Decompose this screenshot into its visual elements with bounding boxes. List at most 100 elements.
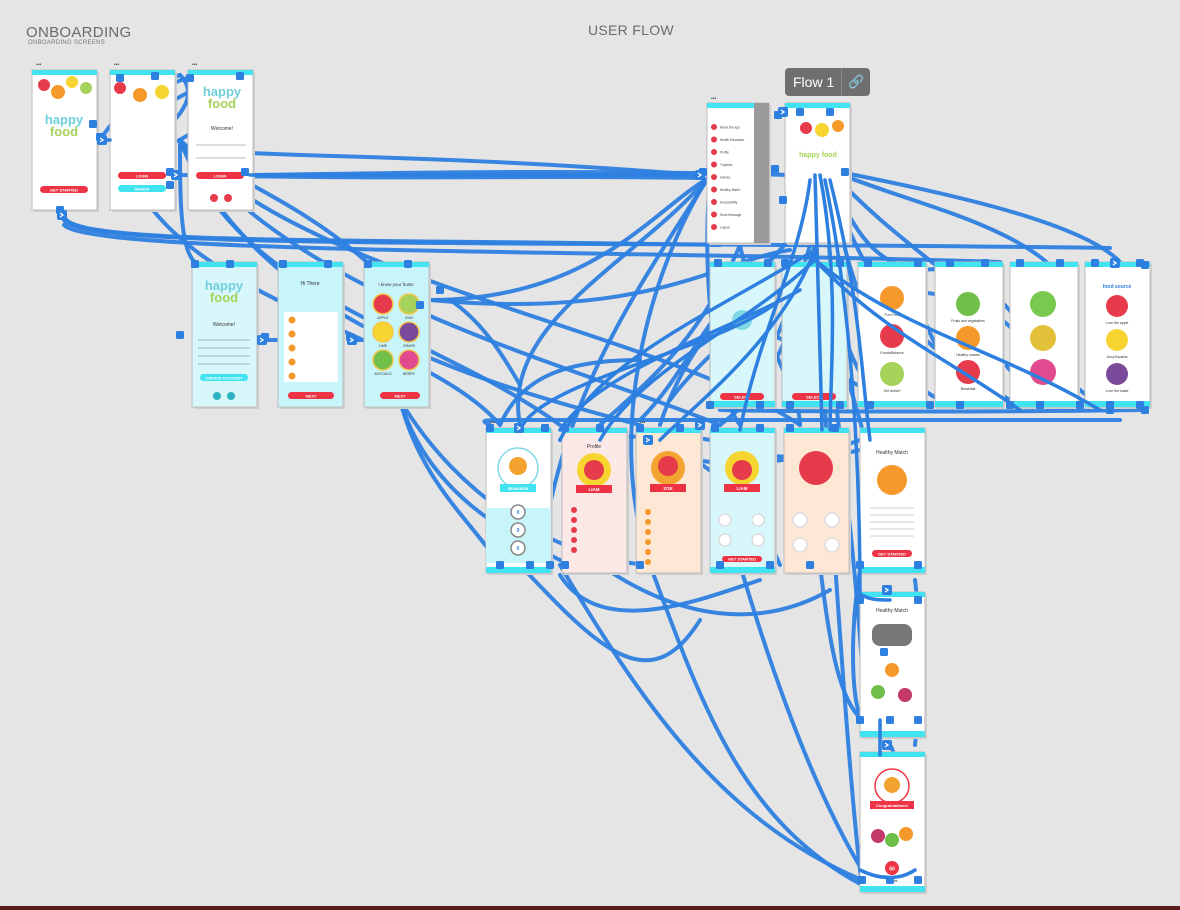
link-handle[interactable]	[716, 561, 724, 569]
screen-signup[interactable]: happyfoodWelcome!CREATE ACCOUNT	[191, 261, 259, 409]
link-handle[interactable]	[1056, 259, 1064, 267]
link-handle[interactable]	[858, 876, 866, 884]
link-handle[interactable]	[836, 401, 844, 409]
screen-login[interactable]: LOGIN SIGNUP	[109, 69, 177, 212]
link-handle[interactable]	[771, 165, 779, 173]
link-handle[interactable]	[946, 259, 954, 267]
screen-game-liam[interactable]: LIAM GET STARTED	[709, 427, 777, 575]
link-handle[interactable]	[831, 424, 839, 432]
link-handle[interactable]	[416, 301, 424, 309]
link-handle[interactable]	[546, 561, 554, 569]
screen-frame[interactable]	[709, 427, 776, 574]
screen-game-grid[interactable]	[783, 427, 851, 575]
lemon-icon	[815, 123, 829, 137]
link-handle[interactable]	[1106, 406, 1114, 414]
link-handle[interactable]	[914, 716, 922, 724]
link-handle[interactable]	[596, 424, 604, 432]
link-handle[interactable]	[841, 168, 849, 176]
link-handle[interactable]	[781, 259, 789, 267]
link-handle[interactable]	[796, 108, 804, 116]
link-handle[interactable]	[1076, 401, 1084, 409]
link-handle[interactable]	[914, 596, 922, 604]
link-handle[interactable]	[1036, 401, 1044, 409]
link-handle[interactable]	[89, 120, 97, 128]
link-handle[interactable]	[806, 561, 814, 569]
screen-menu[interactable]: About the app Health Education Profile Trop…	[706, 102, 771, 245]
link-handle[interactable]	[786, 424, 794, 432]
screen-healthy-match[interactable]: Healthy Match GET STARTED	[859, 427, 927, 575]
link-handle[interactable]	[1091, 259, 1099, 267]
link-handle[interactable]	[151, 72, 159, 80]
link-handle[interactable]	[856, 561, 864, 569]
link-handle[interactable]	[176, 331, 184, 339]
link-handle[interactable]	[866, 401, 874, 409]
screen-splash[interactable]: happyfoodGET STARTED	[31, 69, 99, 212]
link-handle[interactable]	[636, 561, 644, 569]
link-handle[interactable]	[886, 876, 894, 884]
link-handle[interactable]	[836, 259, 844, 267]
link-handle[interactable]	[1141, 406, 1149, 414]
link-handle[interactable]	[1016, 259, 1024, 267]
flow-pill[interactable]: Flow 1 🔗	[785, 68, 870, 96]
connector-line[interactable]	[828, 168, 1052, 267]
screen-know-fruits[interactable]: I know your fruits! APPLE KIWI LIME GRAPE AVO…	[363, 261, 431, 409]
link-handle[interactable]	[324, 260, 332, 268]
link-handle[interactable]	[880, 648, 888, 656]
screen-hi-there[interactable]: Hi There NEXT	[277, 261, 345, 409]
link-handle[interactable]	[526, 561, 534, 569]
link-handle[interactable]	[779, 196, 787, 204]
link-handle[interactable]	[786, 401, 794, 409]
link-handle[interactable]	[496, 561, 504, 569]
screen-game-zoe[interactable]: ZOE	[635, 427, 703, 575]
link-handle[interactable]	[711, 424, 719, 432]
screen-food-grid[interactable]	[1009, 261, 1080, 409]
screen-food-info[interactable]: food source Love the apple Juicy Banana Lov…	[1084, 261, 1152, 409]
link-handle[interactable]	[404, 260, 412, 268]
connector-line[interactable]	[518, 563, 702, 663]
link-handle[interactable]	[166, 181, 174, 189]
link-handle[interactable]	[886, 716, 894, 724]
link-handle[interactable]	[914, 259, 922, 267]
link-icon[interactable]: 🔗	[842, 74, 870, 90]
link-handle[interactable]	[191, 260, 199, 268]
link-handle[interactable]	[226, 260, 234, 268]
link-handle[interactable]	[561, 424, 569, 432]
link-handle[interactable]	[714, 259, 722, 267]
screen-frame[interactable]	[783, 427, 850, 574]
link-handle[interactable]	[541, 424, 549, 432]
link-handle[interactable]	[826, 108, 834, 116]
screen-profile[interactable]: Profile LIAM	[561, 427, 629, 575]
link-handle[interactable]	[1006, 401, 1014, 409]
link-handle[interactable]	[981, 259, 989, 267]
link-handle[interactable]	[364, 260, 372, 268]
link-handle[interactable]	[279, 260, 287, 268]
link-handle[interactable]	[926, 401, 934, 409]
link-handle[interactable]	[766, 561, 774, 569]
link-handle[interactable]	[756, 424, 764, 432]
screen-rewards[interactable]: REWARDS 0 0 0	[485, 427, 553, 575]
link-handle[interactable]	[561, 561, 569, 569]
link-handle[interactable]	[864, 259, 872, 267]
connector-line[interactable]	[482, 418, 1122, 427]
link-handle[interactable]	[956, 401, 964, 409]
link-handle[interactable]	[914, 876, 922, 884]
link-handle[interactable]	[1141, 261, 1149, 269]
link-handle[interactable]	[914, 561, 922, 569]
flow-canvas[interactable]: happyfoodGET STARTEDLOGINSIGNUPhappyfood…	[0, 0, 1180, 910]
link-handle[interactable]	[856, 716, 864, 724]
link-handle[interactable]	[856, 596, 864, 604]
flow-pill-label[interactable]: Flow 1	[785, 74, 841, 90]
screen-welcome[interactable]: happyfoodWelcome!LOGIN	[187, 69, 255, 212]
connector-line[interactable]	[738, 563, 864, 872]
link-handle[interactable]	[236, 72, 244, 80]
link-handle[interactable]	[186, 74, 194, 82]
connector-line[interactable]	[718, 408, 1147, 414]
link-handle[interactable]	[676, 424, 684, 432]
screen-fun-foods[interactable]: Fun FoodFoodieBalanceGet Active!	[857, 261, 928, 409]
link-handle[interactable]	[436, 286, 444, 294]
link-handle[interactable]	[116, 74, 124, 82]
link-handle[interactable]	[756, 401, 764, 409]
link-handle[interactable]	[706, 401, 714, 409]
link-handle[interactable]	[764, 259, 772, 267]
link-handle[interactable]	[241, 168, 249, 176]
